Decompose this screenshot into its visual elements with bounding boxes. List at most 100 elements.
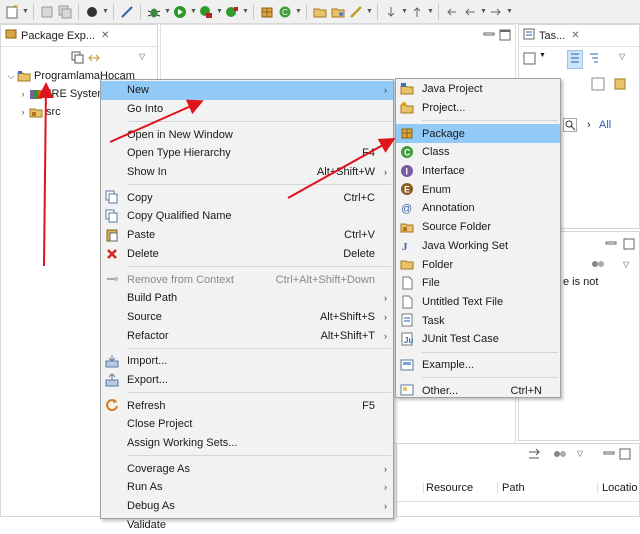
open-resource-icon[interactable] xyxy=(330,4,346,20)
menu-item-build-path[interactable]: Build Path › xyxy=(101,289,393,308)
maximize-icon[interactable] xyxy=(623,238,635,253)
task-list-tab[interactable]: Tas... ✕ xyxy=(519,25,639,47)
collapsed-twisty-icon[interactable]: › xyxy=(17,107,29,117)
collapsed-twisty-icon[interactable]: › xyxy=(17,89,29,99)
menu-item-import[interactable]: Import... xyxy=(101,352,393,371)
menu-item-assign-working-sets[interactable]: Assign Working Sets... xyxy=(101,434,393,453)
submenu-item-java-working-set[interactable]: J Java Working Set xyxy=(396,237,560,256)
last-edit-icon[interactable] xyxy=(444,4,460,20)
submenu-item-enum[interactable]: E Enum xyxy=(396,180,560,199)
dropdown-icon[interactable]: ▼ xyxy=(366,8,373,15)
all-link[interactable]: All xyxy=(599,119,611,131)
submenu-item-folder[interactable]: Folder xyxy=(396,255,560,274)
menu-item-refactor[interactable]: Refactor Alt+Shift+T › xyxy=(101,326,393,345)
open-type-icon[interactable] xyxy=(312,4,328,20)
run-icon[interactable] xyxy=(172,4,188,20)
dropdown-icon[interactable]: ▼ xyxy=(190,8,197,15)
submenu-item-annotation[interactable]: @ Annotation xyxy=(396,199,560,218)
dropdown-icon[interactable]: ▼ xyxy=(506,8,513,15)
dropdown-icon[interactable]: ▼ xyxy=(102,8,109,15)
new-dropdown-icon[interactable]: ▼ xyxy=(22,8,29,15)
menu-item-new[interactable]: New › xyxy=(101,81,393,100)
debug-skip-icon[interactable] xyxy=(84,4,100,20)
menu-item-coverage-as[interactable]: Coverage As › xyxy=(101,459,393,478)
dropdown-icon[interactable]: ▼ xyxy=(427,8,434,15)
submenu-item-untitled-text-file[interactable]: Untitled Text File xyxy=(396,293,560,312)
collapse-all-icon[interactable] xyxy=(71,51,85,68)
dropdown-icon[interactable]: ▼ xyxy=(295,8,302,15)
expanded-twisty-icon[interactable]: ⌵ xyxy=(5,71,17,82)
view-menu-icon[interactable]: ▽ xyxy=(139,52,145,61)
breakpoint-icon[interactable] xyxy=(119,4,135,20)
submenu-item-task[interactable]: Task xyxy=(396,311,560,330)
minimize-icon[interactable] xyxy=(603,448,615,463)
menu-item-open-in-new-window[interactable]: Open in New Window xyxy=(101,125,393,144)
maximize-icon[interactable] xyxy=(619,448,631,463)
menu-item-run-as[interactable]: Run As › xyxy=(101,478,393,497)
dropdown-icon[interactable]: ▼ xyxy=(164,8,171,15)
minimize-icon[interactable] xyxy=(605,238,617,253)
problems-toolbar-icon-2[interactable] xyxy=(553,448,569,463)
forward-icon[interactable] xyxy=(488,4,504,20)
external-tools-icon[interactable] xyxy=(224,4,240,20)
submenu-item-file[interactable]: File xyxy=(396,274,560,293)
dropdown-icon[interactable]: ▼ xyxy=(216,8,223,15)
dropdown-icon[interactable]: ▼ xyxy=(401,8,408,15)
menu-item-debug-as[interactable]: Debug As › xyxy=(101,497,393,516)
submenu-item-project[interactable]: Project... xyxy=(396,99,560,118)
column-header-resource[interactable]: Resource xyxy=(423,482,473,494)
menu-item-export[interactable]: Export... xyxy=(101,371,393,390)
menu-item-close-project[interactable]: Close Project xyxy=(101,415,393,434)
submenu-item-junit-test-case[interactable]: Ju JUnit Test Case xyxy=(396,330,560,349)
column-header-path[interactable]: Path xyxy=(497,482,525,494)
package-explorer-tab[interactable]: Package Exp... ✕ xyxy=(1,25,157,47)
minimize-icon[interactable] xyxy=(483,29,495,44)
save-all-icon[interactable] xyxy=(57,4,73,20)
task-toolbar-icon-2[interactable] xyxy=(613,77,627,94)
prev-annotation-icon[interactable] xyxy=(409,4,425,20)
save-icon[interactable] xyxy=(39,4,55,20)
menu-item-validate[interactable]: Validate xyxy=(101,515,393,534)
coverage-icon[interactable] xyxy=(198,4,214,20)
debug-icon[interactable] xyxy=(146,4,162,20)
view-menu-icon[interactable]: ▽ xyxy=(577,449,583,458)
close-icon[interactable]: ✕ xyxy=(101,30,109,41)
link-editor-icon[interactable] xyxy=(87,51,101,68)
filter-icon[interactable] xyxy=(587,51,601,68)
menu-item-show-in[interactable]: Show In Alt+Shift+W › xyxy=(101,163,393,182)
menu-item-paste[interactable]: Paste Ctrl+V xyxy=(101,226,393,245)
close-icon[interactable]: ✕ xyxy=(571,30,579,41)
new-icon[interactable] xyxy=(4,4,20,20)
task-toolbar-icon[interactable] xyxy=(591,77,605,94)
menu-item-open-type-hierarchy[interactable]: Open Type Hierarchy F4 xyxy=(101,144,393,163)
outline-toolbar-icon[interactable] xyxy=(591,258,607,273)
menu-item-copy-qualified-name[interactable]: Copy Qualified Name xyxy=(101,207,393,226)
submenu-item-java-project[interactable]: Java Project xyxy=(396,80,560,99)
search-icon[interactable] xyxy=(348,4,364,20)
menu-item-copy[interactable]: Copy Ctrl+C xyxy=(101,188,393,207)
dropdown-icon[interactable]: ▼ xyxy=(242,8,249,15)
menu-item-refresh[interactable]: Refresh F5 xyxy=(101,396,393,415)
categorize-icon[interactable] xyxy=(567,50,583,69)
column-header-location[interactable]: Locatio xyxy=(597,482,637,494)
new-java-package-icon[interactable] xyxy=(259,4,275,20)
submenu-item-other[interactable]: Other... Ctrl+N xyxy=(396,381,560,400)
submenu-item-package[interactable]: Package xyxy=(396,124,560,144)
dropdown-icon[interactable]: ▼ xyxy=(539,52,546,59)
new-task-icon[interactable] xyxy=(523,51,537,68)
view-menu-icon[interactable]: ▽ xyxy=(619,52,625,61)
submenu-item-source-folder[interactable]: Source Folder xyxy=(396,218,560,237)
menu-item-go-into[interactable]: Go Into xyxy=(101,100,393,119)
submenu-item-class[interactable]: C Class xyxy=(396,143,560,162)
back-icon[interactable] xyxy=(462,4,478,20)
next-annotation-icon[interactable] xyxy=(383,4,399,20)
find-search-icon[interactable] xyxy=(563,118,577,132)
menu-item-delete[interactable]: Delete Delete xyxy=(101,245,393,264)
menu-item-source[interactable]: Source Alt+Shift+S › xyxy=(101,308,393,327)
new-class-icon[interactable]: C xyxy=(277,4,293,20)
menu-item-remove-from-context[interactable]: Remove from Context Ctrl+Alt+Shift+Down xyxy=(101,270,393,289)
submenu-item-example[interactable]: Example... xyxy=(396,356,560,375)
problems-toolbar-icon[interactable] xyxy=(527,448,541,465)
maximize-icon[interactable] xyxy=(499,29,511,44)
submenu-item-interface[interactable]: I Interface xyxy=(396,162,560,181)
